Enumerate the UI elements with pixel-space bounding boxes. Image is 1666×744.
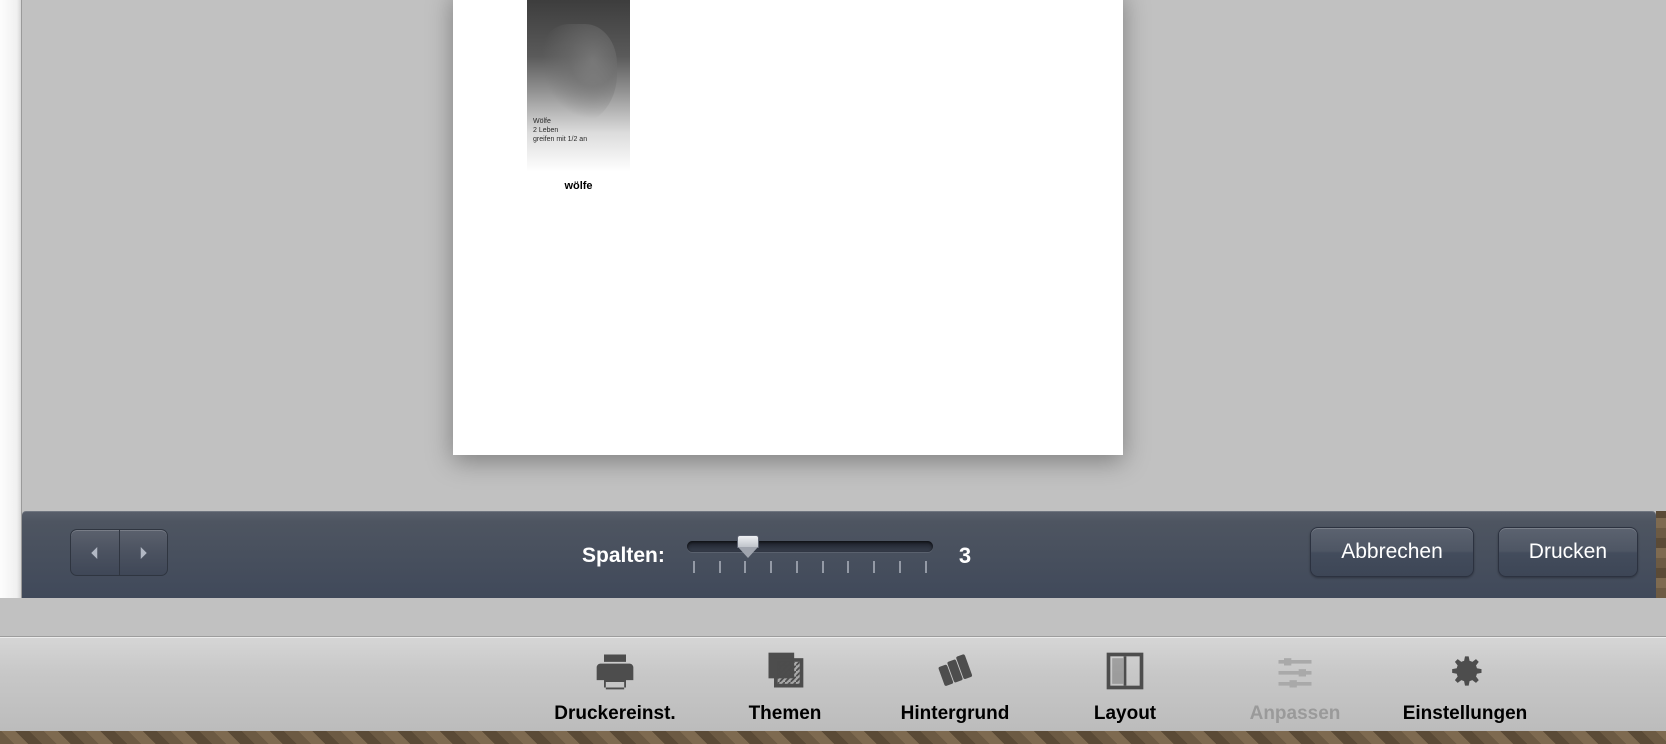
slider-ticks [693,561,927,573]
next-page-button[interactable] [119,529,169,576]
left-edge-panel [0,0,22,598]
toolbar-label-printer: Druckereinst. [554,703,675,725]
toolbar-item-printer[interactable]: Druckereinst. [530,647,700,725]
print-page-preview: Wölfe 2 Leben greifen mit 1/2 an wölfe [453,0,1123,455]
page-nav-group [70,529,168,576]
toolbar-item-themes[interactable]: Themen [700,647,870,725]
control-bar: Spalten: 3 Abbrechen Drucken [22,511,1656,598]
adjust-icon [1273,647,1317,695]
print-button[interactable]: Drucken [1498,527,1638,577]
toolbar-item-adjust: Anpassen [1210,647,1380,725]
gear-icon [1443,647,1487,695]
layout-icon [1103,647,1147,695]
cancel-button[interactable]: Abbrechen [1310,527,1474,577]
toolbar-label-themes: Themen [749,703,822,725]
slider-track [687,541,933,552]
arrow-right-icon [134,544,152,562]
card-caption: wölfe [527,180,630,192]
arrow-left-icon [86,544,104,562]
background-icon [933,647,977,695]
card-line3: greifen mit 1/2 an [533,135,587,144]
card-text-block: Wölfe 2 Leben greifen mit 1/2 an [533,117,587,144]
toolbar-label-adjust: Anpassen [1250,703,1341,725]
card-thumbnail[interactable]: Wölfe 2 Leben greifen mit 1/2 an [527,0,630,172]
preview-canvas: Wölfe 2 Leben greifen mit 1/2 an wölfe [22,0,1666,511]
themes-icon [763,647,807,695]
slider-knob[interactable] [737,535,759,559]
dialog-action-buttons: Abbrechen Drucken [1310,527,1638,577]
desktop-bottom-strip [0,731,1666,744]
card-title: Wölfe [533,117,587,126]
toolbar-item-layout[interactable]: Layout [1040,647,1210,725]
toolbar-label-layout: Layout [1094,703,1156,725]
columns-value: 3 [959,543,971,569]
toolbar-label-background: Hintergrund [901,703,1010,725]
bottom-toolbar: Druckereinst. Themen Hintergrund Layout … [0,636,1666,731]
columns-slider-group: Spalten: 3 [582,535,971,577]
columns-label: Spalten: [582,544,665,568]
toolbar-item-settings[interactable]: Einstellungen [1380,647,1550,725]
columns-slider[interactable] [687,535,933,577]
toolbar-item-background[interactable]: Hintergrund [870,647,1040,725]
toolbar-label-settings: Einstellungen [1403,703,1528,725]
printer-icon [593,647,637,695]
card-line2: 2 Leben [533,126,587,135]
prev-page-button[interactable] [70,529,120,576]
wolf-image-placeholder [537,24,617,124]
